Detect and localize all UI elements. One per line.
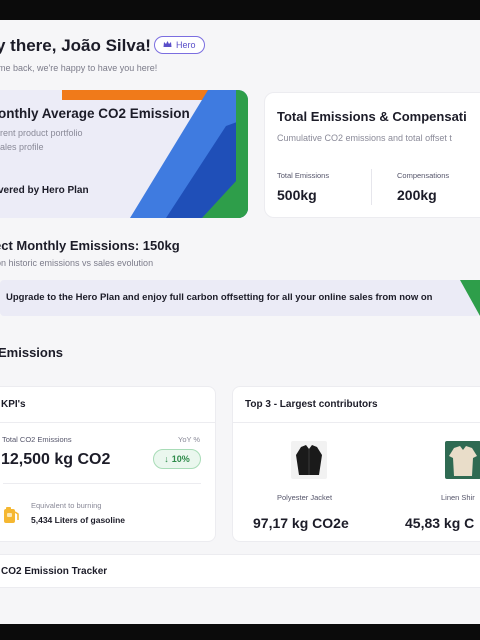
equivalent-label: Equivalent to burning xyxy=(31,501,102,510)
monthly-average-title: onthly Average CO2 Emission xyxy=(0,106,190,121)
hero-badge[interactable]: Hero xyxy=(154,36,205,54)
yoy-label: YoY % xyxy=(178,435,201,444)
total-emissions-description: Cumulative CO2 emissions and total offse… xyxy=(277,133,452,143)
kpi-card: KPI's Total CO2 Emissions YoY % 12,500 k… xyxy=(0,386,216,542)
expected-emissions-subtitle: on historic emissions vs sales evolution xyxy=(0,258,154,268)
greeting-title: y there, João Silva! xyxy=(0,36,151,55)
product-value: 45,83 kg C xyxy=(405,515,475,531)
top-contributors-title: Top 3 - Largest contributors xyxy=(245,399,378,410)
yoy-value: 10% xyxy=(171,454,190,464)
product-image-jacket xyxy=(291,441,327,479)
compensations-value: 200kg xyxy=(397,187,437,203)
crown-icon xyxy=(163,40,172,50)
total-co2-label: Total CO2 Emissions xyxy=(2,435,72,444)
product-name: Polyester Jacket xyxy=(277,493,333,502)
powered-by-label: vered by Hero Plan xyxy=(0,185,89,196)
yoy-badge: ↓ 10% xyxy=(153,449,201,469)
product-value: 97,17 kg CO2e xyxy=(253,515,349,531)
fuel-can-icon xyxy=(1,505,21,530)
total-emissions-label: Total Emissions xyxy=(277,171,330,180)
top-contributors-header: Top 3 - Largest contributors xyxy=(233,387,480,423)
hero-badge-label: Hero xyxy=(176,40,196,50)
kpi-divider xyxy=(3,483,201,484)
section-title: Emissions xyxy=(0,345,64,360)
monthly-average-line2: ales profile xyxy=(0,142,44,152)
total-emissions-value: 500kg xyxy=(277,187,317,203)
monthly-average-card: onthly Average CO2 Emission rent product… xyxy=(0,90,248,218)
kpi-card-header: KPI's xyxy=(0,387,215,423)
expected-emissions-title: ect Monthly Emissions: 150kg xyxy=(0,238,180,253)
compensations-label: Compensations xyxy=(397,171,450,180)
upgrade-banner[interactable]: Upgrade to the Hero Plan and enjoy full … xyxy=(0,280,480,316)
metric-divider xyxy=(371,169,372,205)
upgrade-banner-text: Upgrade to the Hero Plan and enjoy full … xyxy=(6,292,433,303)
equivalent-value: 5,434 Liters of gasoline xyxy=(31,515,126,525)
top-contributors-card: Top 3 - Largest contributors Polyester J… xyxy=(232,386,480,542)
greeting-subtitle: me back, we're happy to have you here! xyxy=(0,63,158,73)
kpi-card-title: KPI's xyxy=(1,399,26,410)
app-screen: y there, João Silva! Hero me back, we're… xyxy=(0,20,480,624)
banner-accent xyxy=(460,280,480,316)
total-emissions-card: Total Emissions & Compensati Cumulative … xyxy=(264,92,480,218)
co2-tracker-title: CO2 Emission Tracker xyxy=(1,566,108,577)
co2-tracker-card[interactable]: CO2 Emission Tracker xyxy=(0,554,480,588)
total-emissions-title: Total Emissions & Compensati xyxy=(277,109,467,124)
total-co2-value: 12,500 kg CO2 xyxy=(1,451,111,468)
monthly-average-line1: rent product portfolio xyxy=(0,128,83,138)
arrow-down-icon: ↓ xyxy=(164,454,169,464)
product-name: Linen Shir xyxy=(441,493,475,502)
product-image-shirt xyxy=(445,441,480,479)
